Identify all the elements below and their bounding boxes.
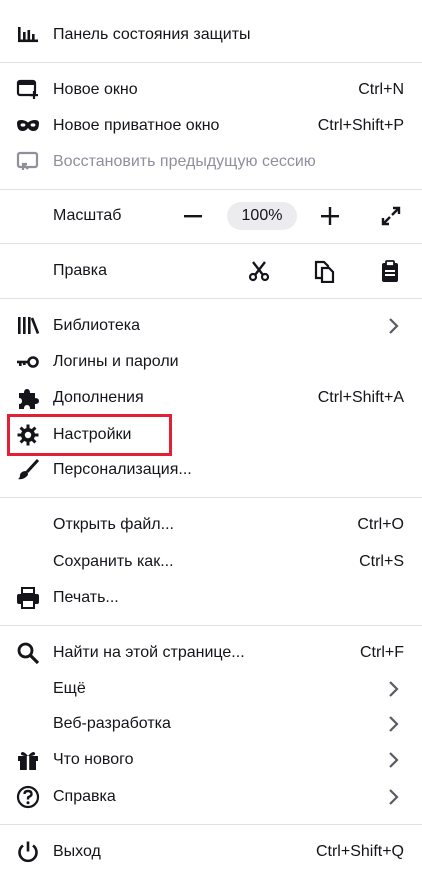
menu-item-help[interactable]: Справка [0, 779, 422, 815]
menu-item-find[interactable]: Найти на этой странице... Ctrl+F [0, 635, 422, 671]
menu-item-label: Выход [53, 843, 101, 860]
edit-label: Правка [53, 262, 108, 279]
clipboard-icon [382, 260, 398, 282]
menu-item-web-dev[interactable]: Веб-разработка [0, 706, 422, 742]
separator [0, 189, 422, 190]
shortcut-label: Ctrl+S [359, 553, 404, 570]
key-icon [16, 350, 40, 374]
zoom-in-button[interactable] [316, 204, 344, 228]
separator [0, 625, 422, 626]
zoom-label: Масштаб [53, 207, 122, 224]
separator [0, 298, 422, 299]
menu-item-label: Логины и пароли [53, 353, 179, 370]
menu-item-label: Что нового [53, 751, 134, 768]
menu-item-label: Открыть файл... [53, 516, 174, 533]
separator [0, 824, 422, 825]
plus-icon [321, 207, 339, 225]
menu-item-customize[interactable]: Персонализация... [0, 452, 422, 488]
menu-item-label: Дополнения [53, 389, 144, 406]
menu-item-label: Веб-разработка [53, 715, 171, 732]
menu-item-restore-session[interactable]: Восстановить предыдущую сессию [0, 144, 422, 180]
dashboard-chart-icon [16, 23, 40, 47]
menu-item-label: Библиотека [53, 317, 140, 334]
fullscreen-icon [381, 206, 401, 226]
printer-icon [16, 586, 40, 610]
separator [0, 497, 422, 498]
menu-item-label: Найти на этой странице... [53, 644, 245, 661]
chevron-right-icon [384, 715, 402, 733]
shortcut-label: Ctrl+F [360, 644, 404, 661]
scissors-icon [248, 261, 270, 282]
private-mask-icon [16, 114, 40, 138]
menu-item-label: Панель состояния защиты [53, 26, 251, 43]
zoom-out-button[interactable] [179, 204, 207, 228]
cut-button[interactable] [247, 259, 271, 283]
menu-item-quit[interactable]: Выход Ctrl+Shift+Q [0, 834, 422, 870]
menu-item-label: Новое приватное окно [53, 117, 220, 134]
menu-item-more[interactable]: Ещё [0, 671, 422, 707]
menu-item-label: Персонализация... [53, 461, 192, 478]
zoom-reset-button[interactable]: 100% [227, 202, 297, 230]
zoom-controls: Масштаб 100% [0, 198, 422, 234]
menu-item-addons[interactable]: Дополнения Ctrl+Shift+A [0, 380, 422, 416]
shortcut-label: Ctrl+N [358, 81, 404, 98]
power-icon [16, 840, 40, 864]
menu-item-label: Ещё [53, 680, 86, 697]
gift-icon [16, 748, 40, 772]
puzzle-icon [16, 386, 40, 410]
menu-item-new-private-window[interactable]: Новое приватное окно Ctrl+Shift+P [0, 108, 422, 144]
menu-item-label: Печать... [53, 589, 119, 606]
menu-item-label: Новое окно [53, 81, 138, 98]
shortcut-label: Ctrl+O [357, 516, 404, 533]
menu-item-new-window[interactable]: Новое окно Ctrl+N [0, 72, 422, 108]
menu-item-open-file[interactable]: Открыть файл... Ctrl+O [0, 507, 422, 543]
help-circle-icon [16, 785, 40, 809]
chevron-right-icon [384, 788, 402, 806]
separator [0, 243, 422, 244]
paintbrush-icon [16, 458, 40, 482]
shortcut-label: Ctrl+Shift+Q [315, 843, 404, 860]
restore-session-icon [16, 150, 40, 174]
minus-icon [184, 215, 202, 218]
fullscreen-button[interactable] [377, 204, 405, 228]
menu-item-whats-new[interactable]: Что нового [0, 742, 422, 778]
paste-button[interactable] [378, 259, 402, 283]
chevron-right-icon [384, 751, 402, 769]
new-window-icon [16, 78, 40, 102]
search-icon [16, 641, 40, 665]
chevron-right-icon [384, 317, 402, 335]
shortcut-label: Ctrl+Shift+P [317, 117, 404, 134]
menu-item-protection-dashboard[interactable]: Панель состояния защиты [0, 17, 422, 53]
settings-highlight-box [7, 414, 172, 456]
menu-item-library[interactable]: Библиотека [0, 308, 422, 344]
menu-item-label: Справка [53, 788, 116, 805]
menu-item-label: Сохранить как... [53, 553, 174, 570]
menu-item-logins[interactable]: Логины и пароли [0, 344, 422, 380]
edit-controls: Правка [0, 253, 422, 289]
chevron-right-icon [384, 680, 402, 698]
shortcut-label: Ctrl+Shift+A [317, 389, 404, 406]
copy-icon [314, 260, 335, 283]
library-icon [16, 314, 40, 338]
app-menu: Панель состояния защиты Новое окно Ctrl+… [0, 0, 422, 877]
separator [0, 62, 422, 63]
menu-item-print[interactable]: Печать... [0, 580, 422, 616]
menu-item-save-as[interactable]: Сохранить как... Ctrl+S [0, 544, 422, 580]
copy-button[interactable] [312, 259, 336, 283]
menu-item-label: Восстановить предыдущую сессию [53, 153, 316, 170]
